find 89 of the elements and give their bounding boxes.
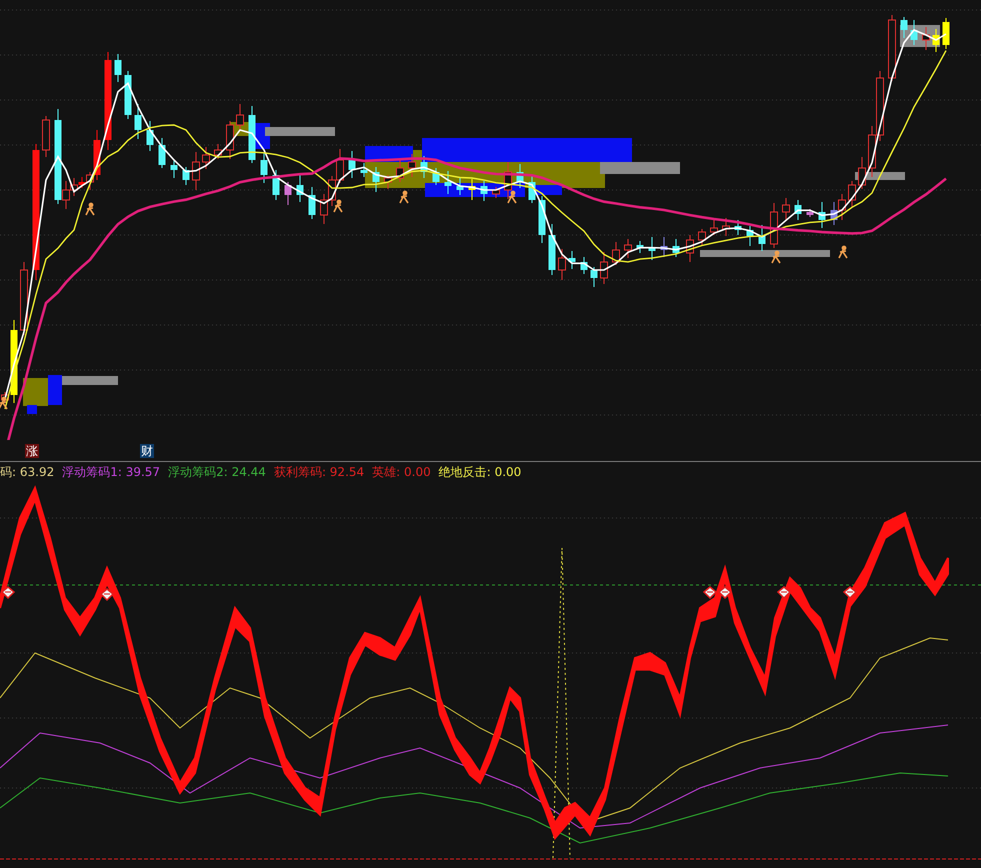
candlestick (124, 70, 132, 120)
candlestick (624, 238, 632, 258)
signal-tag: 财 (140, 444, 154, 458)
indicator-value: 获利筹码: 92.54 (274, 464, 364, 481)
candlestick (672, 238, 680, 258)
gem-icon (100, 588, 114, 602)
candlestick (480, 180, 488, 202)
candlestick (284, 182, 292, 206)
person-icon (333, 200, 343, 213)
candlestick (504, 162, 512, 200)
candlestick (590, 266, 598, 288)
gem-icon (718, 586, 732, 600)
candlestick (214, 144, 222, 160)
candlestick (308, 186, 316, 220)
candlestick (158, 138, 166, 168)
candlestick (296, 174, 304, 202)
indicator-value: 英雄: 0.00 (372, 464, 431, 481)
candlestick (758, 224, 766, 252)
candlestick (182, 166, 190, 186)
candlestick (260, 152, 268, 184)
candlestick (492, 186, 500, 198)
candlestick (568, 250, 576, 270)
candlestick (538, 196, 546, 244)
gem-icon (842, 586, 858, 600)
candlestick (686, 234, 694, 262)
person-icon (771, 250, 781, 264)
candlestick (360, 162, 368, 178)
candlestick (722, 218, 730, 236)
candlestick (226, 120, 234, 160)
candlestick (932, 28, 940, 52)
candlestick (202, 146, 210, 170)
candlestick (444, 170, 452, 194)
person-icon (0, 396, 8, 410)
candlestick (746, 226, 754, 246)
candlestick (818, 202, 826, 228)
candlestick (528, 176, 536, 204)
gem-icon (702, 586, 718, 600)
candlestick (580, 256, 588, 274)
candlestick (192, 152, 200, 190)
candlestick (858, 156, 866, 190)
candlestick (456, 176, 464, 196)
candlestick (636, 240, 644, 254)
signal-tag: 涨 (25, 444, 39, 458)
candlestick (396, 158, 404, 182)
candlestick (698, 228, 706, 246)
candlestick (888, 14, 896, 82)
person-icon (507, 190, 517, 204)
candlestick (782, 198, 790, 222)
person-icon (399, 190, 409, 204)
candlestick (408, 154, 416, 178)
candlestick (848, 180, 856, 208)
indicator-value: 浮动筹码2: 24.44 (168, 464, 266, 481)
candlestick (516, 164, 524, 188)
candlestick (660, 236, 668, 258)
candlestick (734, 220, 742, 236)
candlestick (558, 248, 566, 280)
candlestick (794, 200, 802, 220)
candlestick (236, 104, 244, 132)
candlestick (170, 160, 178, 178)
candlestick (134, 104, 142, 140)
candlestick (942, 18, 950, 50)
candlestick (432, 168, 440, 186)
gem-icon (776, 586, 792, 600)
candlestick (548, 224, 556, 276)
indicator-value: 码: 63.92 (0, 464, 54, 481)
candlestick (922, 26, 930, 50)
candlestick (468, 178, 476, 200)
candlestick (372, 166, 380, 192)
person-icon (838, 246, 848, 259)
candlestick (648, 236, 656, 260)
candlestick (806, 208, 814, 218)
candlestick (348, 150, 356, 178)
candlestick (272, 170, 280, 200)
candlestick (420, 156, 428, 178)
indicator-value: 绝地反击: 0.00 (438, 464, 522, 481)
gem-icon (0, 586, 16, 600)
indicator-value: 浮动筹码1: 39.57 (62, 464, 160, 481)
candlestick (146, 120, 154, 152)
candlestick (770, 202, 778, 248)
candlestick (600, 252, 608, 284)
candlestick (710, 218, 718, 236)
candlestick (910, 20, 918, 46)
candlestick (248, 106, 256, 164)
candlestick (900, 16, 908, 38)
candlestick (384, 174, 392, 190)
candlestick (114, 54, 122, 82)
candlestick (612, 242, 620, 266)
candlestick (42, 116, 50, 158)
person-icon (85, 202, 95, 216)
